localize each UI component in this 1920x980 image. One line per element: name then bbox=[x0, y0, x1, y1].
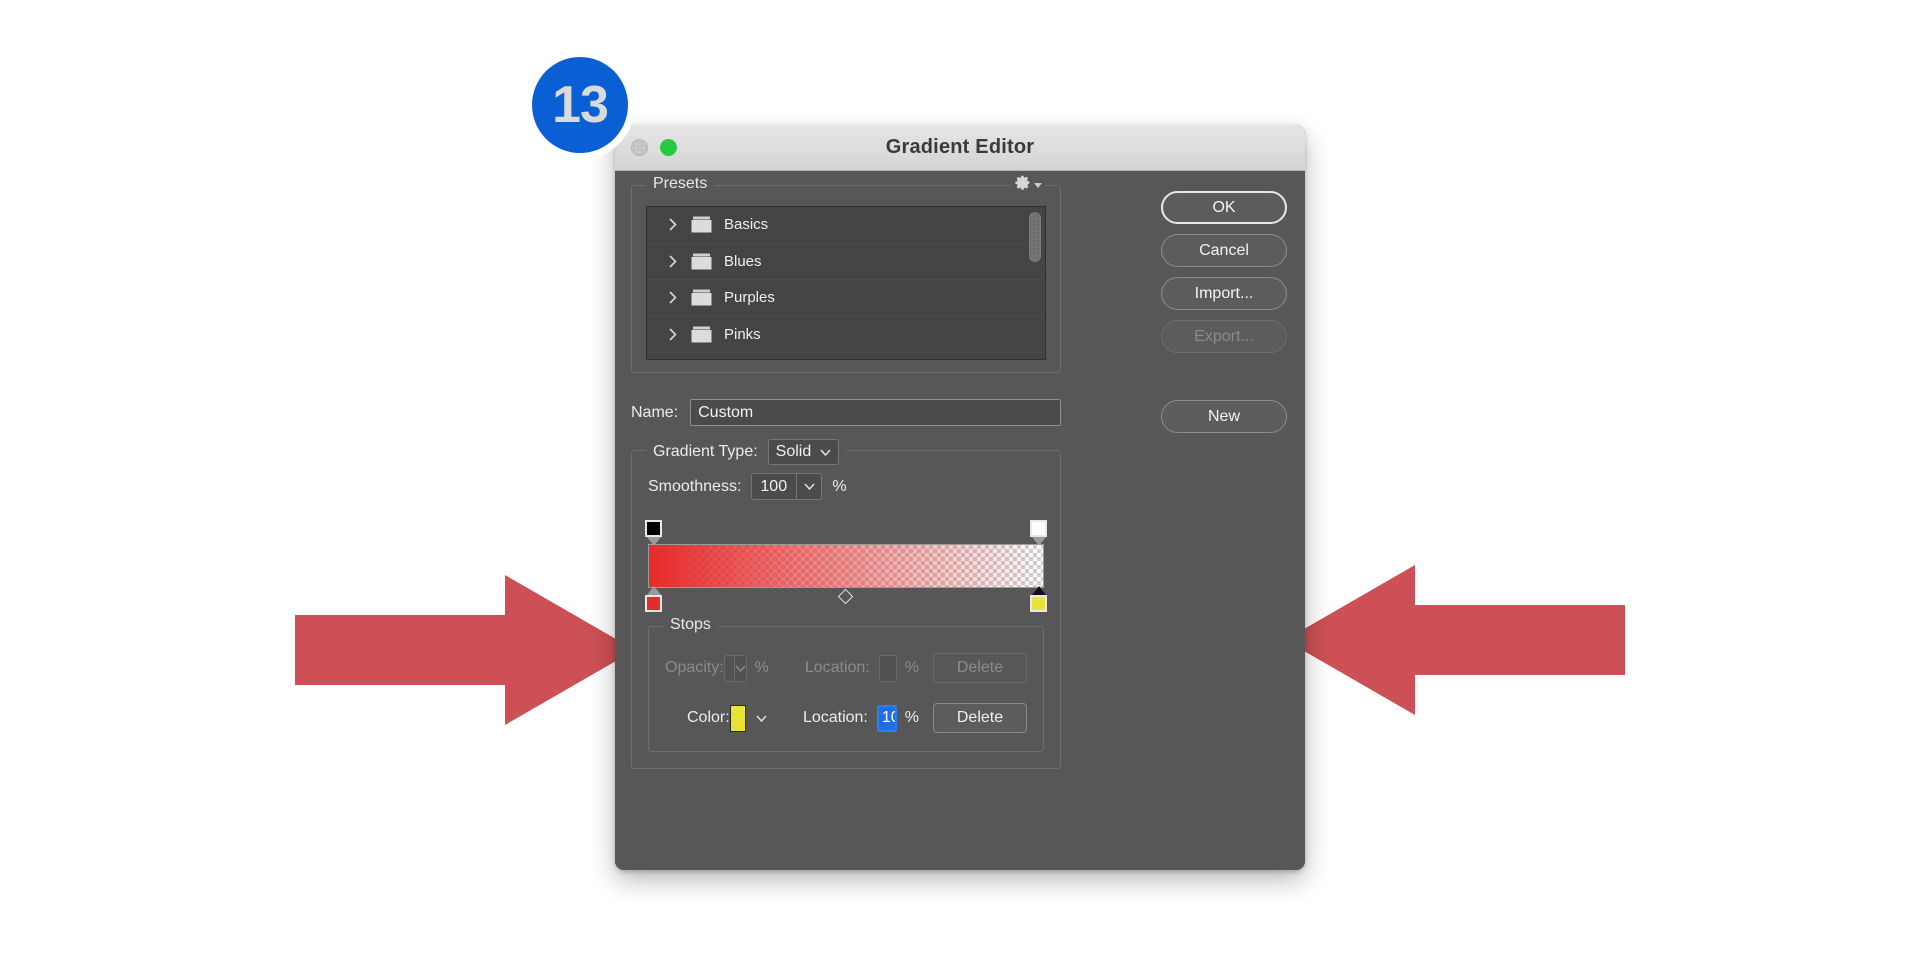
opacity-value bbox=[725, 656, 734, 681]
preset-folder-label: Blues bbox=[724, 252, 762, 270]
color-stop-start[interactable] bbox=[645, 586, 662, 612]
opacity-input bbox=[723, 654, 747, 682]
opacity-delete-button: Delete bbox=[933, 653, 1027, 683]
preset-folder-row[interactable]: Basics bbox=[647, 207, 1045, 244]
step-badge: 13 bbox=[532, 57, 628, 153]
color-dropdown-button[interactable] bbox=[756, 709, 767, 727]
color-swatch-button[interactable] bbox=[729, 704, 746, 732]
color-stop-swatch bbox=[1030, 595, 1047, 612]
import-button[interactable]: Import... bbox=[1161, 277, 1287, 310]
color-location-value: 100 bbox=[878, 706, 895, 730]
name-input[interactable]: Custom bbox=[690, 399, 1061, 426]
smoothness-dropdown-button[interactable] bbox=[796, 474, 821, 499]
step-badge-number: 13 bbox=[552, 76, 609, 134]
chevron-down-icon bbox=[804, 483, 815, 490]
gradient-midpoint-marker[interactable] bbox=[837, 588, 854, 605]
opacity-stop-end[interactable] bbox=[1030, 520, 1047, 546]
chevron-right-icon[interactable] bbox=[669, 328, 679, 341]
preset-folder-label: Purples bbox=[724, 289, 775, 307]
opacity-stop-row: Opacity: % Location: % Delete bbox=[665, 653, 1027, 683]
scrollbar-thumb[interactable] bbox=[1029, 212, 1041, 262]
presets-group: Presets Basics Blues Purples Pinks bbox=[631, 174, 1061, 373]
gradient-type-legend: Gradient Type: Solid bbox=[646, 439, 847, 465]
left-column: Presets Basics Blues Purples Pinks Name:… bbox=[631, 174, 1061, 769]
gear-icon bbox=[1015, 175, 1030, 190]
opacity-label: Opacity: bbox=[665, 659, 724, 676]
color-location-label: Location: bbox=[802, 709, 868, 726]
ok-button[interactable]: OK bbox=[1161, 191, 1287, 224]
opacity-location-input bbox=[878, 654, 897, 682]
chevron-right-icon[interactable] bbox=[669, 291, 679, 304]
color-location-input[interactable]: 100 bbox=[876, 704, 897, 732]
chevron-down-icon bbox=[756, 715, 767, 723]
dialog-title: Gradient Editor bbox=[885, 136, 1035, 158]
dialog-titlebar: Gradient Editor bbox=[615, 125, 1305, 171]
chevron-down-icon bbox=[820, 448, 831, 456]
dialog-button-column: OK Cancel Import... Export... New bbox=[1161, 191, 1287, 433]
chevron-down-icon bbox=[735, 664, 746, 672]
dialog-body: Presets Basics Blues Purples Pinks Name:… bbox=[615, 171, 1305, 870]
color-stop-row: Color: Location: 100 % Delete bbox=[665, 703, 1027, 733]
folder-icon bbox=[691, 253, 712, 270]
preset-folder-label: Pinks bbox=[724, 325, 761, 343]
gradient-editor-dialog: Gradient Editor Presets Basics Blues Pur… bbox=[615, 125, 1305, 870]
chevron-right-icon[interactable] bbox=[669, 218, 679, 231]
color-stop-swatch bbox=[645, 595, 662, 612]
smoothness-combo[interactable]: 100 bbox=[751, 473, 823, 500]
folder-icon bbox=[691, 289, 712, 306]
presets-legend: Presets bbox=[646, 175, 715, 193]
opacity-location-unit: % bbox=[904, 659, 919, 676]
folder-icon bbox=[691, 216, 712, 233]
stops-legend: Stops bbox=[663, 616, 718, 634]
opacity-stop-swatch bbox=[1030, 520, 1047, 537]
opacity-unit: % bbox=[754, 659, 769, 676]
stops-group: Stops Opacity: % Location: % Delete Colo… bbox=[648, 616, 1044, 752]
opacity-dropdown-button bbox=[733, 655, 746, 681]
right-annotation-arrow bbox=[1285, 565, 1625, 715]
opacity-stop-swatch bbox=[645, 520, 662, 537]
color-stop-pointer bbox=[1031, 586, 1046, 595]
smoothness-value[interactable]: 100 bbox=[752, 474, 796, 499]
name-row: Name: Custom bbox=[631, 399, 1061, 426]
smoothness-label: Smoothness: bbox=[648, 477, 742, 495]
color-location-unit: % bbox=[904, 709, 919, 726]
opacity-stop-start[interactable] bbox=[645, 520, 662, 546]
color-delete-button[interactable]: Delete bbox=[933, 703, 1027, 733]
presets-list[interactable]: Basics Blues Purples Pinks bbox=[646, 206, 1046, 360]
smoothness-row: Smoothness: 100 % bbox=[648, 473, 1044, 500]
gradient-type-label: Gradient Type: bbox=[653, 443, 758, 460]
gradient-preview-strip[interactable] bbox=[648, 544, 1044, 588]
gradient-type-value: Solid bbox=[775, 443, 812, 460]
chevron-down-icon bbox=[1034, 182, 1042, 188]
cancel-button[interactable]: Cancel bbox=[1161, 234, 1287, 267]
new-button[interactable]: New bbox=[1161, 400, 1287, 433]
presets-scrollbar[interactable] bbox=[1029, 212, 1041, 356]
gradient-type-select[interactable]: Solid bbox=[767, 439, 840, 465]
preset-folder-row[interactable]: Purples bbox=[647, 280, 1045, 317]
smoothness-unit: % bbox=[832, 477, 847, 495]
color-stop-pointer bbox=[646, 586, 661, 595]
export-button: Export... bbox=[1161, 320, 1287, 353]
opacity-location-label: Location: bbox=[804, 659, 870, 676]
preset-folder-row[interactable]: Pinks bbox=[647, 317, 1045, 353]
preset-folder-label: Basics bbox=[724, 216, 769, 234]
color-label: Color: bbox=[687, 709, 730, 726]
left-annotation-arrow bbox=[295, 575, 635, 725]
screenshot-canvas: 13 Gradient Editor Presets Basics Blues … bbox=[0, 0, 1920, 980]
name-label: Name: bbox=[631, 403, 679, 421]
gradient-strip-area bbox=[645, 520, 1047, 612]
presets-menu-button[interactable] bbox=[1011, 174, 1045, 191]
gradient-type-group: Gradient Type: Solid Smoothness: 100 % S… bbox=[631, 439, 1061, 769]
folder-icon bbox=[691, 326, 712, 343]
color-stop-end[interactable] bbox=[1030, 586, 1047, 612]
chevron-right-icon[interactable] bbox=[669, 255, 679, 268]
preset-folder-row[interactable]: Blues bbox=[647, 244, 1045, 280]
